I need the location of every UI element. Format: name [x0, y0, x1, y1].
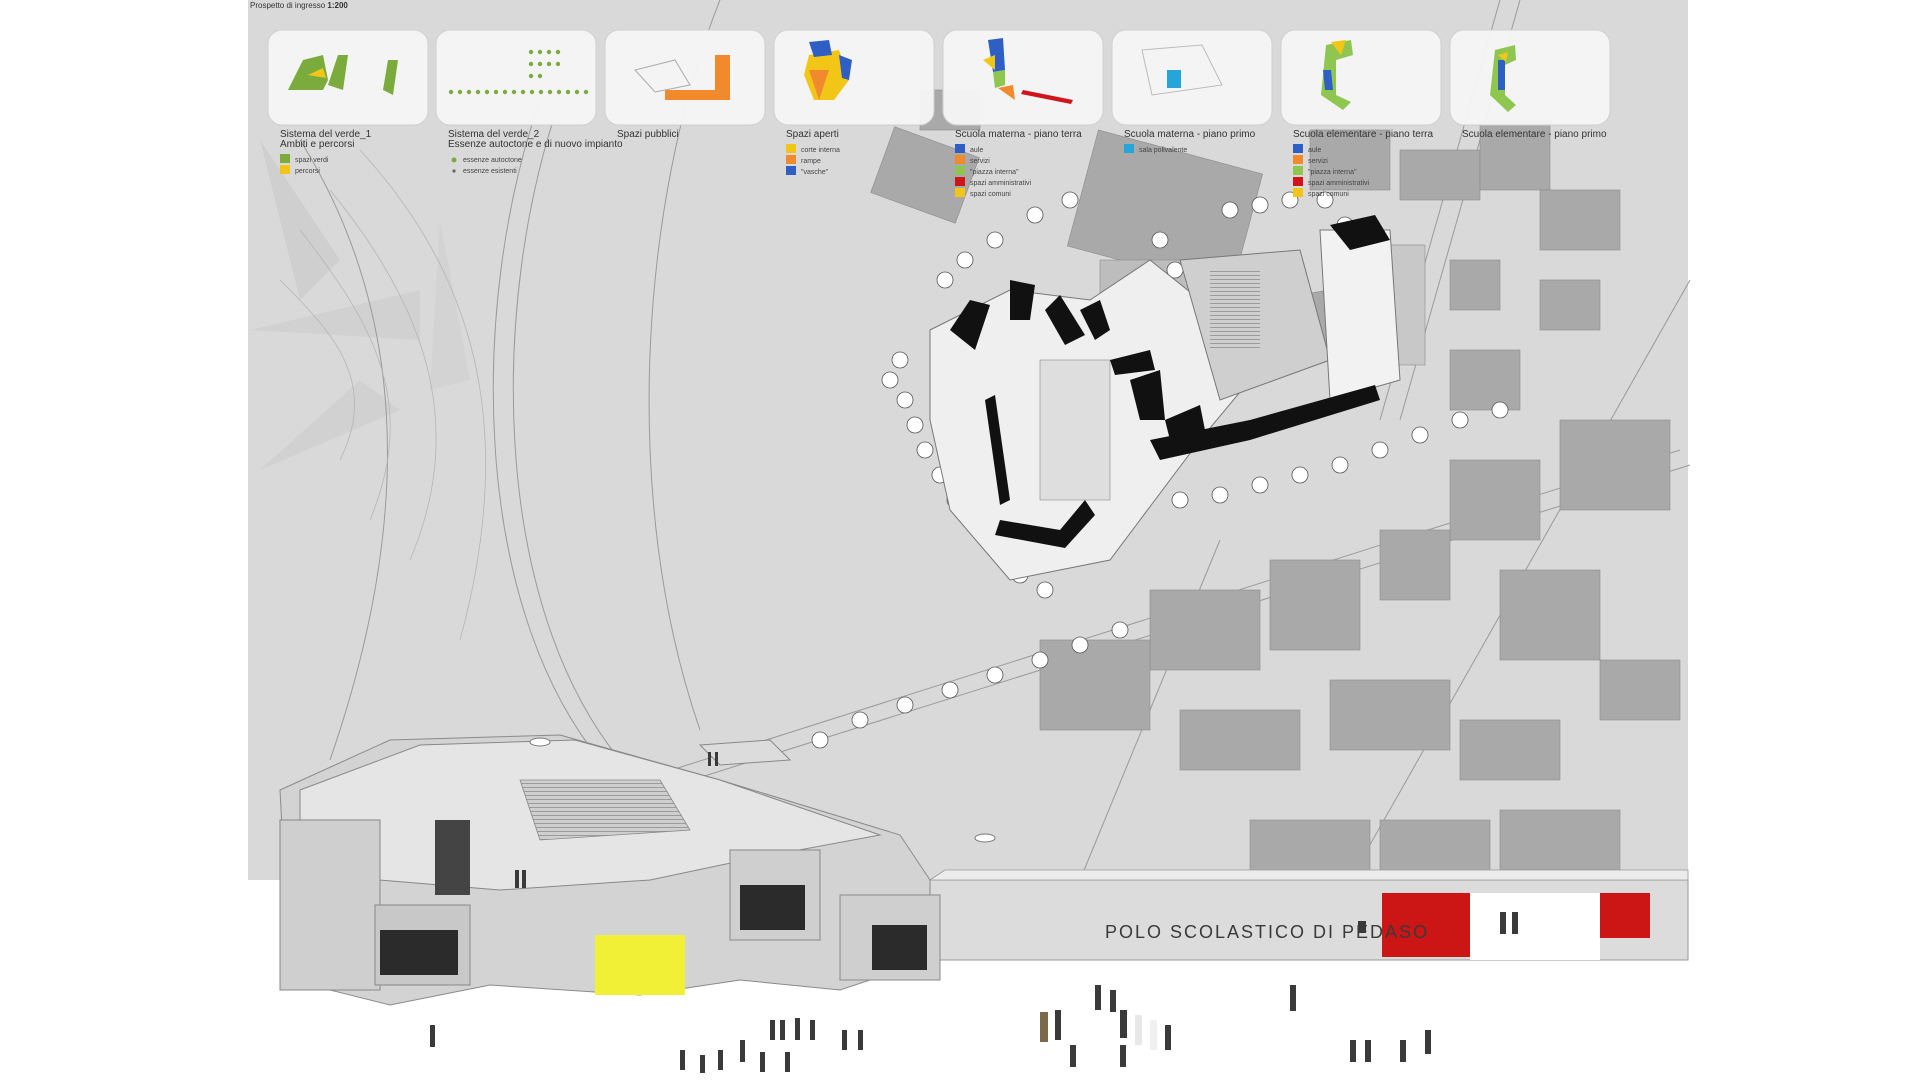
card-title: Ambiti e percorsi — [280, 139, 354, 150]
legend-label: spazi comuni — [1308, 191, 1349, 198]
legend-swatch — [786, 166, 796, 175]
card-title: Spazi pubblici — [617, 129, 679, 140]
legend-swatch — [955, 188, 965, 197]
legend-swatch — [1293, 166, 1303, 175]
card-title: Scuola materna - piano terra — [955, 129, 1082, 140]
legend-label: essenze esistenti — [463, 168, 517, 175]
legend-label: spazi amministrativi — [970, 180, 1032, 187]
legend-label: sala polivalente — [1139, 147, 1187, 154]
card-panel — [1280, 29, 1442, 126]
legend-swatch — [955, 177, 965, 186]
legend-label: percorsi — [295, 168, 320, 175]
legend-label: rampe — [801, 158, 821, 165]
card-panel — [942, 29, 1104, 126]
legend-label: aule — [970, 147, 983, 154]
legend-swatch — [1293, 188, 1303, 197]
legend-swatch — [280, 165, 290, 174]
legend-swatch — [1293, 155, 1303, 164]
card-title: Spazi aperti — [786, 129, 839, 140]
legend-swatch — [1293, 177, 1303, 186]
elevation-scale: 1:200 — [327, 1, 348, 10]
facade-red-panel-2 — [1600, 893, 1650, 938]
legend-label: servizi — [970, 158, 990, 165]
legend-label: "piazza interna" — [1308, 169, 1357, 176]
legend-label: "vasche" — [801, 169, 829, 176]
legend-label: "piazza interna" — [970, 169, 1019, 176]
card-title: Essenze autoctone e di nuovo impianto — [448, 139, 623, 150]
diagram-card: Spazi pubblici — [604, 29, 766, 140]
diagram-card: Scuola elementare - piano primo — [1449, 29, 1611, 140]
diagram-card: Scuola materna - piano primo sala polival… — [1111, 29, 1273, 154]
card-title: Scuola elementare - piano terra — [1293, 129, 1434, 140]
legend-swatch — [955, 166, 965, 175]
legend-dot — [451, 157, 457, 163]
card-panel — [267, 29, 429, 126]
architecture-board: Sistema del verde_1Ambiti e percorsispaz… — [248, 0, 1691, 1073]
legend-label: spazi amministrativi — [1308, 180, 1370, 187]
legend-label: essenze autoctone — [463, 157, 522, 164]
card-panel — [1111, 29, 1273, 126]
legend-swatch — [1293, 144, 1303, 153]
legend-label: aule — [1308, 147, 1321, 154]
facade-yellow-panel — [595, 935, 685, 995]
card-title: Scuola materna - piano primo — [1124, 129, 1256, 140]
card-panel — [773, 29, 935, 126]
card-title: Scuola elementare - piano primo — [1462, 129, 1607, 140]
legend-label: spazi comuni — [970, 191, 1011, 198]
legend-dot — [452, 169, 456, 173]
legend-swatch — [786, 155, 796, 164]
card-panel — [435, 29, 597, 126]
legend-label: servizi — [1308, 158, 1328, 165]
legend-swatch — [280, 154, 290, 163]
card-panel — [1449, 29, 1611, 126]
legend-label: spazi verdi — [295, 157, 329, 164]
elevation-label: Prospetto di ingresso 1:200 — [250, 1, 348, 10]
legend-swatch — [786, 144, 796, 153]
legend-swatch — [955, 144, 965, 153]
legend-swatch — [1124, 144, 1134, 153]
facade-opening — [1470, 893, 1600, 960]
legend-label: corte interna — [801, 147, 840, 154]
legend-swatch — [955, 155, 965, 164]
building-sign: POLO SCOLASTICO DI PEDASO — [1105, 922, 1429, 942]
